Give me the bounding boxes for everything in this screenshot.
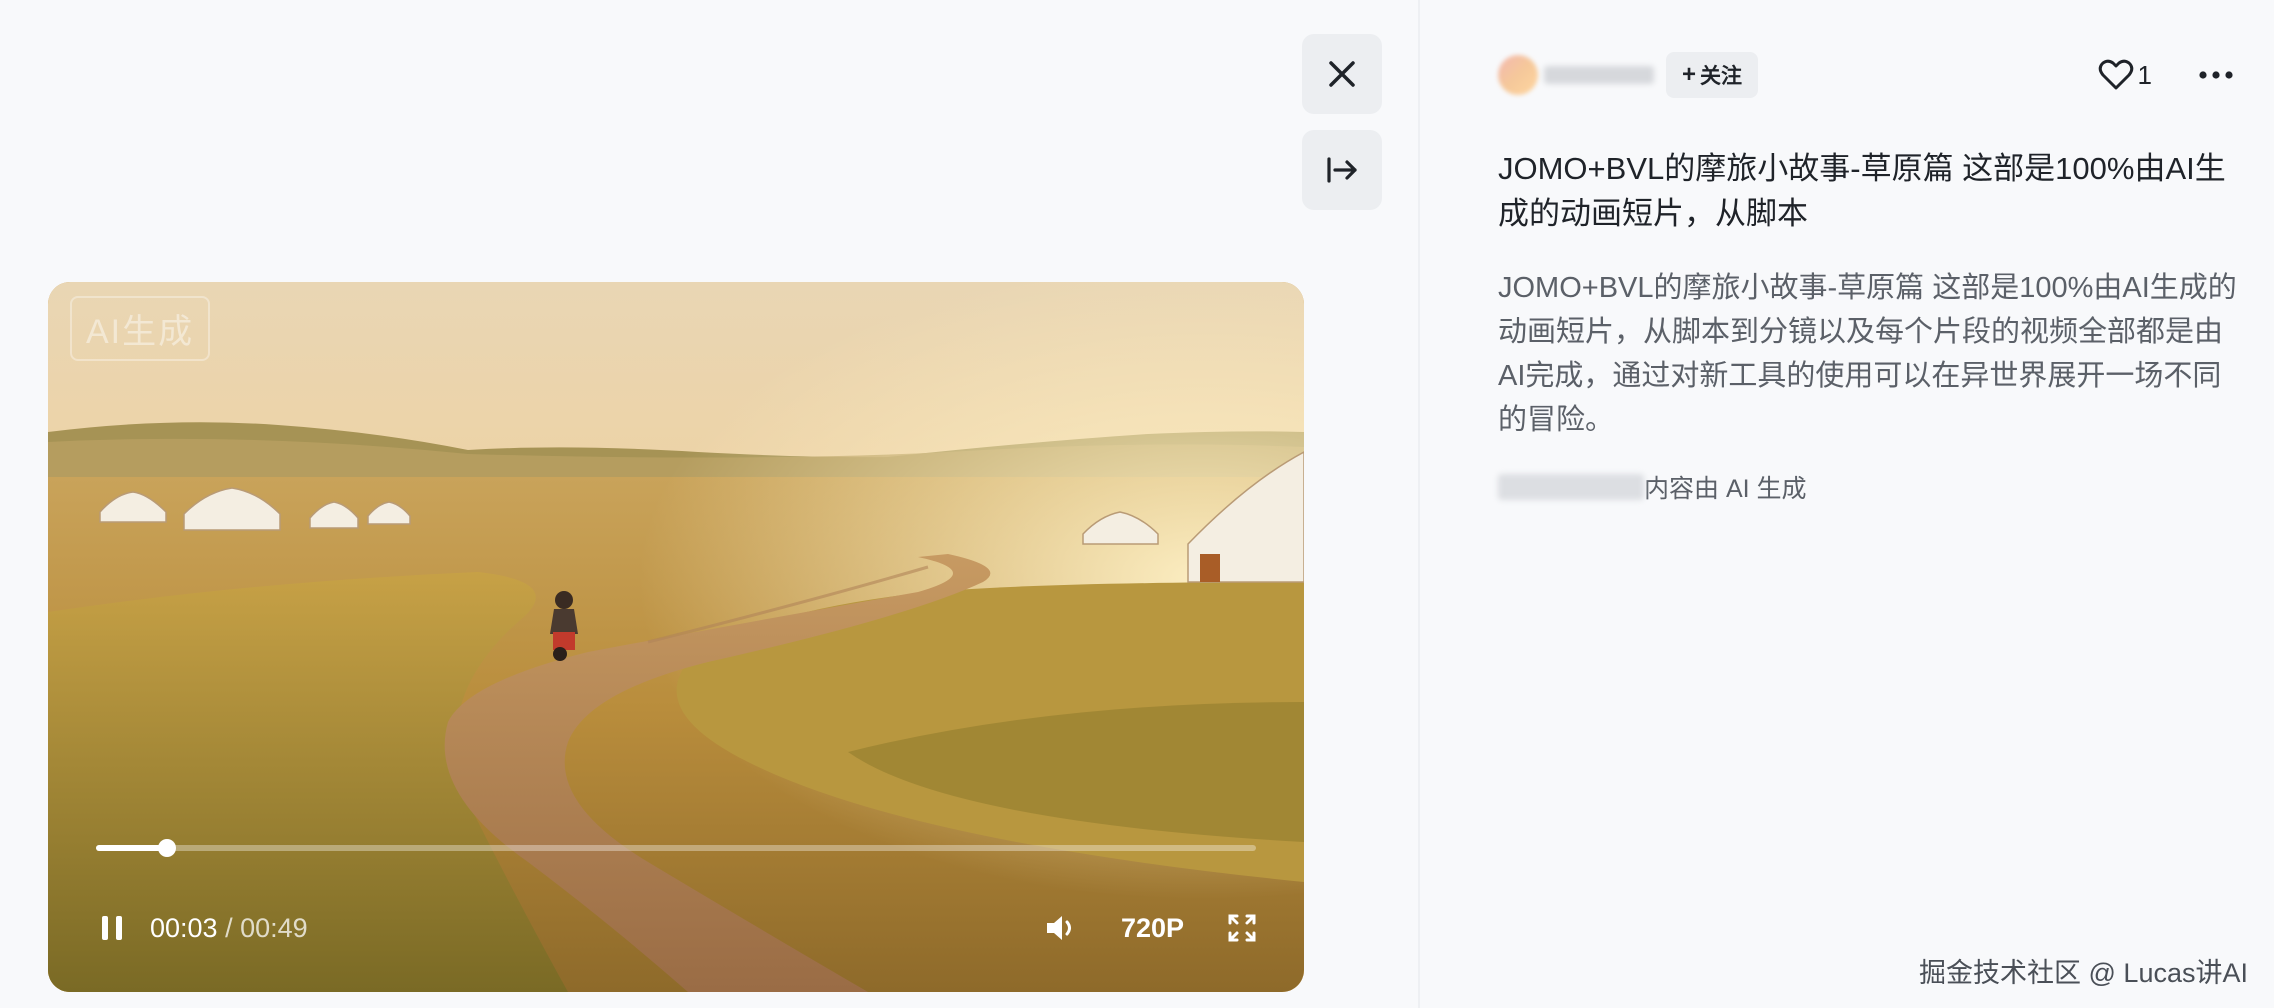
like-count: 1 xyxy=(2137,59,2152,90)
avatar[interactable] xyxy=(1498,55,1538,95)
ai-notice-blurred xyxy=(1498,474,1644,500)
ai-watermark: AI生成 xyxy=(70,296,211,361)
site-watermark: 掘金技术社区 @ Lucas讲AI xyxy=(1919,958,2248,988)
ai-notice-row: 内容由 AI 生成 xyxy=(1498,468,1807,506)
like-button[interactable]: 1 xyxy=(2098,57,2152,93)
collapse-panel-button[interactable] xyxy=(1302,130,1382,210)
close-button[interactable] xyxy=(1302,34,1382,114)
follow-button[interactable]: + 关注 xyxy=(1666,52,1759,98)
author-row: + 关注 1 xyxy=(1498,48,2238,102)
video-frame xyxy=(48,282,1304,992)
time-display: 00:03 / 00:49 xyxy=(150,913,308,944)
volume-button[interactable] xyxy=(1037,904,1085,952)
arrow-right-bar-icon xyxy=(1327,157,1357,183)
player-controls: 00:03 / 00:49 720P xyxy=(88,898,1264,958)
more-button[interactable] xyxy=(2194,53,2238,97)
fullscreen-icon xyxy=(1228,914,1256,942)
quality-button[interactable]: 720P xyxy=(1121,913,1184,944)
duration: 00:49 xyxy=(240,912,308,943)
progress-fill xyxy=(96,845,167,851)
pause-button[interactable] xyxy=(88,904,136,952)
time-separator: / xyxy=(217,912,241,943)
heart-icon xyxy=(2098,59,2133,90)
author-name-blurred[interactable] xyxy=(1544,66,1654,84)
fullscreen-button[interactable] xyxy=(1220,906,1264,950)
plus-icon: + xyxy=(1682,61,1697,88)
current-time: 00:03 xyxy=(150,912,218,943)
ai-notice-label: 内容由 AI 生成 xyxy=(1644,475,1807,503)
more-horizontal-icon xyxy=(2199,71,2233,79)
video-player[interactable]: AI生成 00:03 / 00:49 720P xyxy=(48,282,1304,992)
follow-label: 关注 xyxy=(1700,65,1743,88)
volume-icon xyxy=(1046,916,1071,940)
progress-handle[interactable] xyxy=(157,839,176,857)
panel-divider xyxy=(1418,0,1420,1008)
post-title: JOMO+BVL的摩旅小故事-草原篇 这部是100%由AI生成的动画短片，从脚本 xyxy=(1498,151,2226,231)
pause-icon xyxy=(102,916,122,940)
progress-bar[interactable] xyxy=(96,839,1256,857)
post-description: JOMO+BVL的摩旅小故事-草原篇 这部是100%由AI生成的动画短片，从脚本… xyxy=(1498,272,2237,436)
close-icon xyxy=(1329,61,1355,87)
